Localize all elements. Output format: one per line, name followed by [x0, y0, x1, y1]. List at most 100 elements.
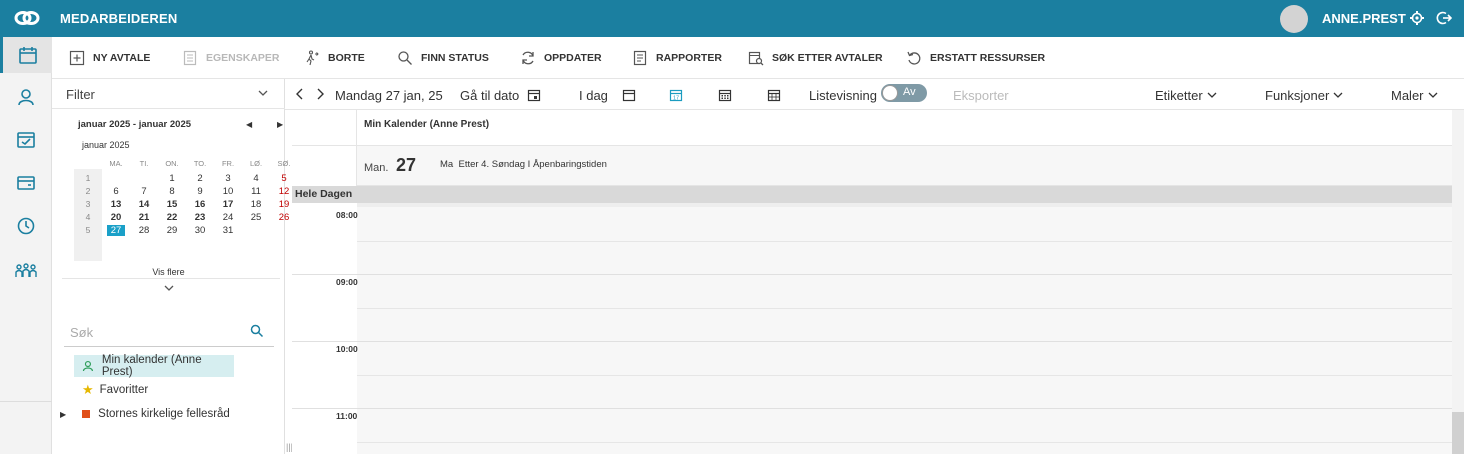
tree-item-favorites[interactable]: ★ Favoritter — [74, 379, 148, 401]
weekday-header: MA. — [109, 159, 123, 168]
week-number[interactable]: 2 — [74, 186, 102, 196]
logout-icon[interactable] — [1436, 10, 1452, 26]
search-icon — [398, 51, 412, 65]
hour-line — [292, 274, 1452, 275]
star-icon: ★ — [82, 382, 94, 397]
day-view: Min Kalender (Anne Prest) Man. 27 Ma Ett… — [292, 110, 1452, 454]
hour-label: 10:00 — [336, 344, 358, 354]
tree-item-org[interactable]: ▶ Stornes kirkelige fellesråd — [60, 403, 230, 425]
mini-calendar-day[interactable]: 6 — [102, 186, 130, 197]
search-icon[interactable] — [250, 324, 264, 338]
tree-item-my-calendar[interactable]: Min kalender (Anne Prest) — [74, 354, 234, 378]
vertical-scrollbar[interactable] — [1452, 110, 1464, 454]
mini-calendar-day[interactable]: 1 — [158, 173, 186, 184]
new-appointment-button[interactable]: NY AVTALE — [69, 49, 150, 67]
app-logo-icon[interactable] — [14, 8, 40, 28]
week-number[interactable]: 3 — [74, 199, 102, 209]
mini-calendar-day[interactable]: 27 — [107, 225, 125, 236]
nav-divider — [0, 401, 52, 402]
week-number[interactable]: 4 — [74, 212, 102, 222]
mini-calendar-day[interactable]: 25 — [242, 212, 270, 223]
undo-icon — [907, 51, 921, 65]
mini-calendar-day[interactable]: 9 — [186, 186, 214, 197]
weekday-header: LØ. — [249, 159, 263, 168]
walking-person-icon — [306, 50, 319, 66]
mini-calendar-day[interactable]: 22 — [158, 212, 186, 223]
functions-dropdown[interactable]: Funksjoner — [1265, 86, 1343, 104]
find-status-button[interactable]: FINN STATUS — [397, 49, 489, 67]
scrollbar-thumb[interactable] — [1452, 412, 1464, 454]
calendar-search-field[interactable]: Søk — [64, 319, 274, 347]
username[interactable]: ANNE.PREST — [1322, 11, 1406, 26]
calendar-week-icon — [718, 89, 732, 102]
week-view-button[interactable] — [718, 86, 732, 104]
mini-calendar-day[interactable]: 18 — [242, 199, 270, 210]
search-appointments-button[interactable]: SØK ETTER AVTALER — [748, 49, 883, 67]
day-view-button[interactable]: 17 — [669, 86, 683, 104]
mini-calendar-day[interactable]: 16 — [186, 199, 214, 210]
export-button[interactable]: Eksporter — [953, 86, 1009, 104]
search-input[interactable]: Søk — [70, 325, 93, 340]
mini-calendar-day[interactable]: 20 — [102, 212, 130, 223]
goto-date-button[interactable]: Gå til dato — [460, 86, 541, 104]
refresh-button[interactable]: OPPDATER — [520, 49, 602, 67]
chevron-down-icon — [1333, 92, 1343, 98]
mini-calendar-day[interactable]: 29 — [158, 225, 186, 236]
templates-dropdown[interactable]: Maler — [1391, 86, 1438, 104]
mini-calendar-range: januar 2025 - januar 2025 — [78, 119, 192, 130]
mini-calendar-day[interactable]: 31 — [214, 225, 242, 236]
week-number[interactable]: 1 — [74, 173, 102, 183]
time-slots[interactable] — [357, 207, 1452, 454]
hour-line — [292, 408, 1452, 409]
mini-calendar-day[interactable]: 30 — [186, 225, 214, 236]
mini-calendar-day[interactable]: 24 — [214, 212, 242, 223]
mini-calendar-day[interactable]: 7 — [130, 186, 158, 197]
mini-calendar-day[interactable]: 3 — [214, 173, 242, 184]
nav-card[interactable] — [0, 165, 52, 201]
mini-calendar-day[interactable]: 17 — [214, 199, 242, 210]
gutter — [292, 146, 357, 186]
chevron-left-icon[interactable] — [295, 88, 305, 100]
properties-button[interactable]: EGENSKAPER — [182, 49, 280, 67]
mini-calendar-day[interactable]: 28 — [130, 225, 158, 236]
mini-calendar-day[interactable]: 23 — [186, 212, 214, 223]
chevron-down-icon[interactable] — [164, 284, 174, 292]
away-button[interactable]: BORTE — [304, 49, 365, 67]
mini-calendar-month: januar 2025 — [82, 140, 130, 150]
all-day-row[interactable]: Hele Dagen — [292, 186, 1452, 203]
nav-time[interactable] — [0, 208, 52, 244]
nav-groups[interactable] — [0, 253, 52, 289]
gear-icon[interactable] — [1409, 10, 1425, 26]
filter-dropdown[interactable]: Filter — [52, 79, 285, 109]
weekday-header: ON. — [165, 159, 179, 168]
today-button[interactable]: I dag — [579, 86, 636, 104]
mini-calendar-day[interactable]: 11 — [242, 186, 270, 197]
expand-arrow-icon[interactable]: ▶ — [60, 410, 66, 419]
mini-calendar-prev-button[interactable]: ◀ — [246, 120, 252, 129]
week-number[interactable]: 5 — [74, 225, 102, 235]
mini-calendar-day[interactable]: 14 — [130, 199, 158, 210]
mini-calendar-day[interactable]: 10 — [214, 186, 242, 197]
mini-calendar-day[interactable]: 8 — [158, 186, 186, 197]
person-icon — [82, 360, 93, 372]
list-view-toggle[interactable]: Av — [881, 84, 927, 102]
labels-dropdown[interactable]: Etiketter — [1155, 86, 1217, 104]
mini-calendar-next-button[interactable]: ▶ — [277, 120, 283, 129]
month-view-button[interactable] — [767, 86, 781, 104]
nav-calendar[interactable] — [0, 37, 52, 73]
mini-calendar-day[interactable]: 4 — [242, 173, 270, 184]
chevron-right-icon[interactable] — [315, 88, 325, 100]
toggle-knob — [882, 85, 898, 101]
show-more-button[interactable]: Vis flere — [52, 267, 285, 277]
mini-calendar-day[interactable]: 15 — [158, 199, 186, 210]
refresh-label: OPPDATER — [544, 52, 602, 64]
day-number[interactable]: 27 — [396, 155, 416, 176]
avatar[interactable] — [1280, 5, 1308, 33]
mini-calendar-day[interactable]: 2 — [186, 173, 214, 184]
replace-resources-button[interactable]: ERSTATT RESSURSER — [906, 49, 1045, 67]
mini-calendar-day[interactable]: 13 — [102, 199, 130, 210]
mini-calendar-day[interactable]: 21 — [130, 212, 158, 223]
nav-person[interactable] — [0, 79, 52, 115]
nav-tasks[interactable] — [0, 121, 52, 157]
reports-button[interactable]: RAPPORTER — [632, 49, 722, 67]
